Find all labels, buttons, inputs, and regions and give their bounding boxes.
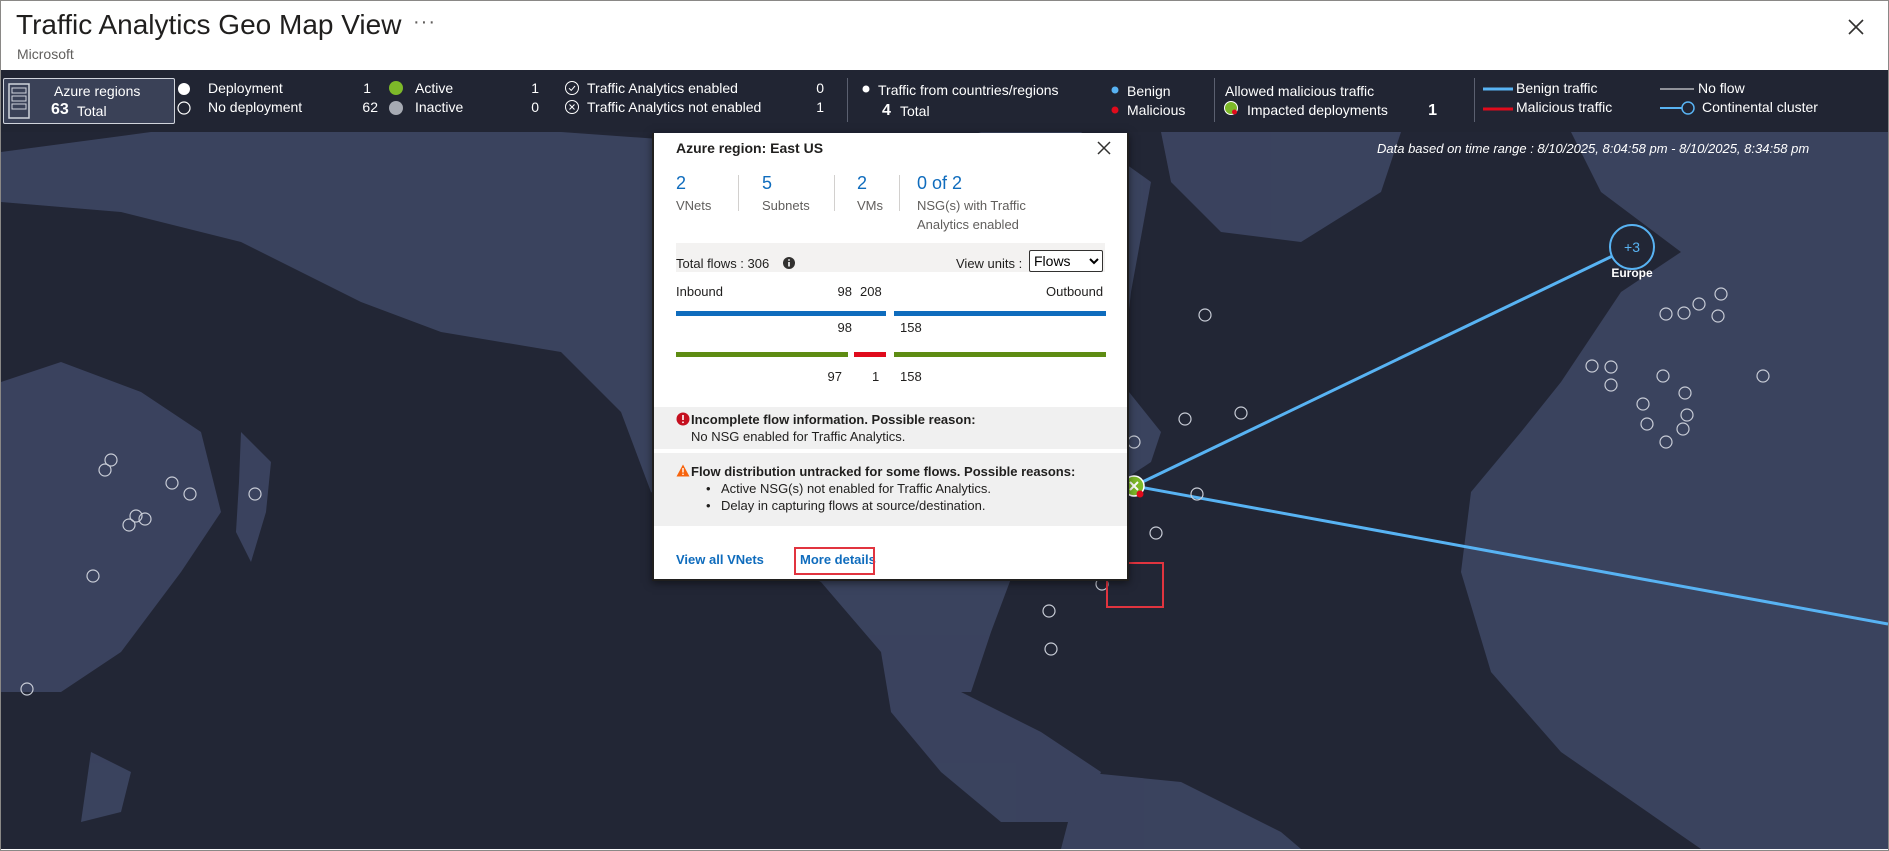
benign-dot-icon (1111, 86, 1119, 94)
inactive-icon (389, 101, 403, 115)
active-value: 1 (531, 80, 539, 96)
incomplete-flow-title: Incomplete flow information. Possible re… (691, 412, 976, 427)
no-flow-line-icon (1660, 88, 1694, 90)
malicious-line-icon (1483, 107, 1513, 111)
popup-title: Azure region: East US (676, 140, 824, 156)
more-options-button[interactable]: ··· (413, 11, 436, 34)
inbound-benign-bar (676, 311, 886, 316)
page-subtitle: Microsoft (17, 46, 74, 62)
outbound-allowed-bar (894, 352, 1106, 357)
outbound-benign-value: 158 (900, 320, 922, 335)
inbound-allowed-bar (676, 352, 848, 357)
active-label: Active (415, 80, 454, 96)
subnets-count[interactable]: 5 (762, 173, 772, 194)
inbound-total: 98 (837, 284, 852, 299)
cluster-count-text: +3 (1624, 239, 1640, 255)
outbound-label: Outbound (1046, 284, 1104, 299)
nsg-count[interactable]: 0 of 2 (917, 173, 962, 194)
stat-divider (738, 175, 739, 211)
benign-line-icon (1483, 87, 1513, 91)
time-range-text: Data based on time range : 8/10/2025, 8:… (1377, 141, 1810, 156)
untracked-reason-1: Active NSG(s) not enabled for Traffic An… (721, 481, 991, 496)
total-flows-text: Total flows : 306 (676, 256, 770, 271)
impacted-deployment-icon (1224, 101, 1238, 115)
azure-regions-filter[interactable]: Azure regions 63 Total (3, 78, 175, 124)
info-icon[interactable] (782, 256, 796, 270)
subnets-label: Subnets (762, 198, 810, 213)
impacted-deployments-label: Impacted deployments (1247, 102, 1388, 118)
close-icon[interactable] (1846, 17, 1866, 37)
legend-divider (1474, 78, 1475, 122)
untracked-reason-2: Delay in capturing flows at source/desti… (721, 498, 986, 513)
deployment-icon (178, 83, 190, 95)
vms-label: VMs (857, 198, 883, 213)
view-units-select[interactable]: Flows (1029, 250, 1103, 272)
ta-enabled-label: Traffic Analytics enabled (587, 80, 738, 96)
continental-cluster-icon (1660, 101, 1695, 115)
outbound-benign-bar (894, 311, 1106, 316)
cluster-label-text: Europe (1611, 266, 1653, 280)
nsg-label: NSG(s) with Traffic Analytics enabled (917, 198, 1026, 232)
impacted-deployments-value: 1 (1428, 102, 1437, 119)
blade-header: Traffic Analytics Geo Map View ··· Micro… (1, 1, 1888, 69)
active-icon (389, 81, 403, 95)
inbound-label: Inbound (676, 284, 723, 299)
malicious-indicator-icon (1136, 490, 1144, 498)
view-all-vnets-link[interactable]: View all VNets (676, 552, 764, 567)
benign-label: Benign (1127, 83, 1171, 99)
continental-cluster-label: Continental cluster (1702, 99, 1818, 115)
inactive-value: 0 (531, 99, 539, 115)
malicious-dot-icon (1111, 106, 1119, 114)
no-deployment-icon (177, 101, 191, 115)
untracked-bullet: • (706, 498, 711, 513)
check-circle-icon (565, 81, 579, 95)
stat-divider (834, 175, 835, 211)
warning-icon (676, 464, 690, 477)
more-details-highlight (794, 547, 875, 575)
server-icon (8, 83, 30, 119)
close-icon[interactable] (1096, 140, 1112, 156)
countries-count: 4 (882, 102, 891, 119)
inactive-label: Inactive (415, 99, 464, 115)
deployment-value: 1 (363, 80, 371, 96)
ta-not-enabled-label: Traffic Analytics not enabled (587, 99, 762, 115)
allowed-malicious-title: Allowed malicious traffic (1225, 83, 1375, 99)
no-deployment-label: No deployment (208, 99, 303, 115)
stat-divider (899, 175, 900, 211)
legend-bar: Azure regions 63 Total Deployment 1 No d… (1, 70, 1888, 132)
vnets-label: VNets (676, 198, 712, 213)
error-icon (676, 412, 690, 426)
outbound-total: 208 (860, 284, 882, 299)
region-popup: Azure region: East US 2 VNets 5 Subnets … (652, 133, 1129, 581)
vms-count[interactable]: 2 (857, 173, 867, 194)
vnets-count[interactable]: 2 (676, 173, 686, 194)
no-deployment-value: 62 (362, 99, 378, 115)
malicious-label: Malicious (1127, 102, 1186, 118)
countries-label: Traffic from countries/regions (878, 82, 1059, 98)
page-title: Traffic Analytics Geo Map View (16, 9, 402, 40)
benign-traffic-label: Benign traffic (1516, 80, 1598, 96)
countries-total-label: Total (900, 103, 930, 119)
ta-enabled-value: 0 (816, 80, 824, 96)
malicious-traffic-label: Malicious traffic (1516, 99, 1613, 115)
inbound-malicious-value: 1 (872, 369, 880, 384)
untracked-flow-title: Flow distribution untracked for some flo… (691, 464, 1076, 479)
deployment-label: Deployment (208, 80, 283, 96)
outbound-allowed-value: 158 (900, 369, 922, 384)
no-flow-label: No flow (1698, 80, 1745, 96)
incomplete-flow-text: No NSG enabled for Traffic Analytics. (691, 429, 906, 444)
inbound-allowed-value: 97 (827, 369, 842, 384)
inbound-benign-value: 98 (837, 320, 852, 335)
legend-divider (1214, 78, 1215, 122)
view-units-label: View units : (956, 256, 1023, 271)
legend-divider (847, 78, 848, 122)
ta-not-enabled-value: 1 (816, 99, 824, 115)
azure-regions-label: Azure regions (54, 83, 141, 99)
azure-regions-count: 63 (51, 101, 69, 118)
x-circle-icon (565, 100, 579, 114)
azure-regions-total-label: Total (77, 103, 107, 119)
untracked-bullet: • (706, 481, 711, 496)
inbound-malicious-bar (854, 352, 886, 357)
country-dot-icon (862, 85, 870, 93)
